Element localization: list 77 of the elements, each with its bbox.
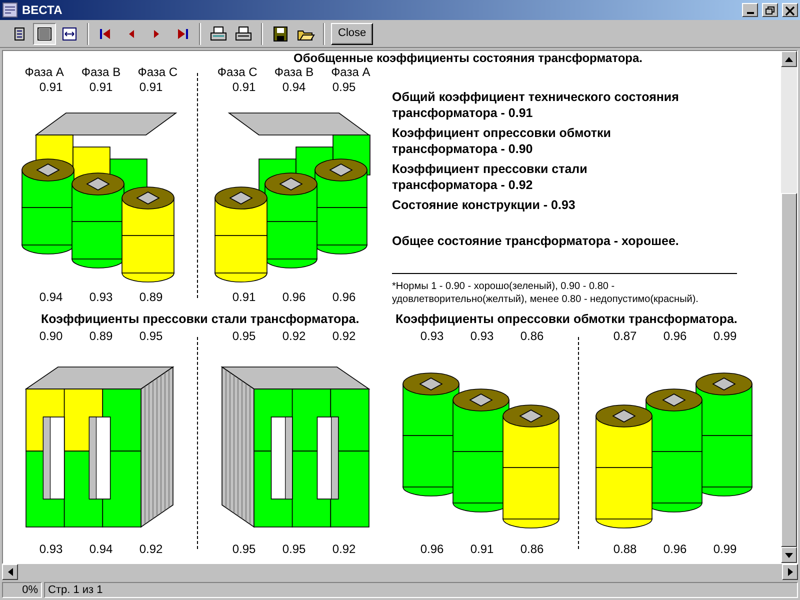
close-button[interactable]: Close — [331, 22, 374, 44]
progress-text: 0% — [2, 582, 42, 598]
coefficient-value: 0.94 — [38, 290, 64, 305]
minimize-icon — [746, 12, 754, 14]
summary-text: Коэффициент прессовки стали трансформатора - 0.92 — [392, 161, 588, 193]
save-icon — [271, 24, 290, 42]
previous-page-icon — [129, 30, 134, 38]
coefficient-value: 0.89 — [88, 328, 114, 344]
coefficient-value: 0.87 — [612, 328, 638, 344]
coefficient-value: 0.99 — [712, 542, 738, 557]
coefficient-value: 0.92 — [331, 542, 357, 557]
page-indicator: Стр. 1 из 1 — [44, 582, 798, 598]
coefficient-value: 0.95 — [231, 328, 257, 344]
coefficient-value: 0.93 — [419, 328, 445, 344]
app-icon — [2, 2, 18, 18]
close-icon — [784, 4, 796, 16]
coefficient-value: 0.86 — [519, 542, 545, 557]
summary-text: Общий коэффициент технического состояния трансформатора - 0.91 — [392, 89, 680, 121]
phase-label: Фаза B — [273, 65, 315, 80]
coefficient-value: 0.88 — [612, 542, 638, 557]
coefficient-value: 0.91 — [88, 80, 114, 95]
next-page-icon — [154, 30, 159, 38]
horizontal-scrollbar[interactable] — [2, 564, 798, 580]
coefficient-value: 0.86 — [519, 328, 545, 344]
coefficient-value: 0.96 — [331, 290, 357, 305]
coefficient-value: 0.91 — [469, 542, 495, 557]
restore-icon — [764, 4, 776, 16]
printer-icon — [234, 24, 253, 42]
coefficient-value: 0.91 — [231, 80, 257, 95]
phase-label: Фаза B — [80, 65, 122, 80]
coefficient-value: 0.94 — [88, 542, 114, 557]
section-heading: Коэффициенты прессовки стали трансформатора. — [40, 311, 360, 328]
coefficient-value: 0.94 — [281, 80, 307, 95]
coefficient-value: 0.95 — [281, 542, 307, 557]
coefficient-value: 0.96 — [281, 290, 307, 305]
coefficient-value: 0.93 — [469, 328, 495, 344]
lines-icon — [35, 24, 54, 42]
coefficient-value: 0.91 — [38, 80, 64, 95]
verdict-text: Общее состояние трансформатора - хорошее. — [392, 233, 680, 249]
close-window-button[interactable] — [782, 3, 798, 17]
scroll-down-icon — [785, 552, 793, 558]
coefficient-value: 0.96 — [662, 542, 688, 557]
report-title: Обобщенные коэффициенты состояния трансформатора. — [292, 51, 644, 65]
scroll-up-icon — [785, 56, 793, 62]
scroll-left-icon — [8, 568, 12, 576]
coefficient-value: 0.89 — [138, 290, 164, 305]
coefficient-value: 0.96 — [662, 328, 688, 344]
section-heading: Коэффициенты опрессовки обмотки трансформатора. — [396, 311, 738, 328]
coefficient-value: 0.91 — [231, 290, 257, 305]
footnote-text: *Нормы 1 - 0.90 - хорошо(зеленый), 0.90 - 0.80 - удовлетворительно(желтый), менее 0.80 - недопустимо(красный). — [392, 273, 737, 306]
coefficient-value: 0.92 — [281, 328, 307, 344]
coefficient-value: 0.99 — [712, 328, 738, 344]
restore-button[interactable] — [762, 3, 778, 17]
phase-label: Фаза A — [330, 65, 372, 80]
scroll-right-icon — [788, 568, 792, 576]
coefficient-value: 0.95 — [231, 542, 257, 557]
window-title: ВЕСТА — [22, 2, 62, 19]
coefficient-value: 0.90 — [38, 328, 64, 344]
minimize-button[interactable] — [742, 3, 758, 17]
coefficient-value: 0.91 — [138, 80, 164, 95]
coefficient-value: 0.92 — [331, 328, 357, 344]
phase-label: Фаза A — [24, 65, 65, 80]
fit-width-icon — [60, 24, 79, 42]
full-page-button[interactable] — [33, 22, 56, 44]
coefficient-value: 0.93 — [38, 542, 64, 557]
scrollbar-thumb[interactable] — [781, 193, 797, 547]
vertical-scrollbar[interactable] — [781, 51, 797, 563]
phase-label: Фаза C — [136, 65, 179, 80]
phase-label: Фаза C — [216, 65, 258, 80]
coefficient-value: 0.95 — [138, 328, 164, 344]
coefficient-value: 0.96 — [419, 542, 445, 557]
summary-text: Коэффициент опрессовки обмотки трансформатора - 0.90 — [392, 125, 612, 157]
coefficient-value: 0.92 — [138, 542, 164, 557]
coefficient-value: 0.95 — [331, 80, 357, 95]
printer-icon — [209, 24, 228, 42]
coefficient-value: 0.93 — [88, 290, 114, 305]
summary-text: Состояние конструкции - 0.93 — [392, 197, 576, 213]
